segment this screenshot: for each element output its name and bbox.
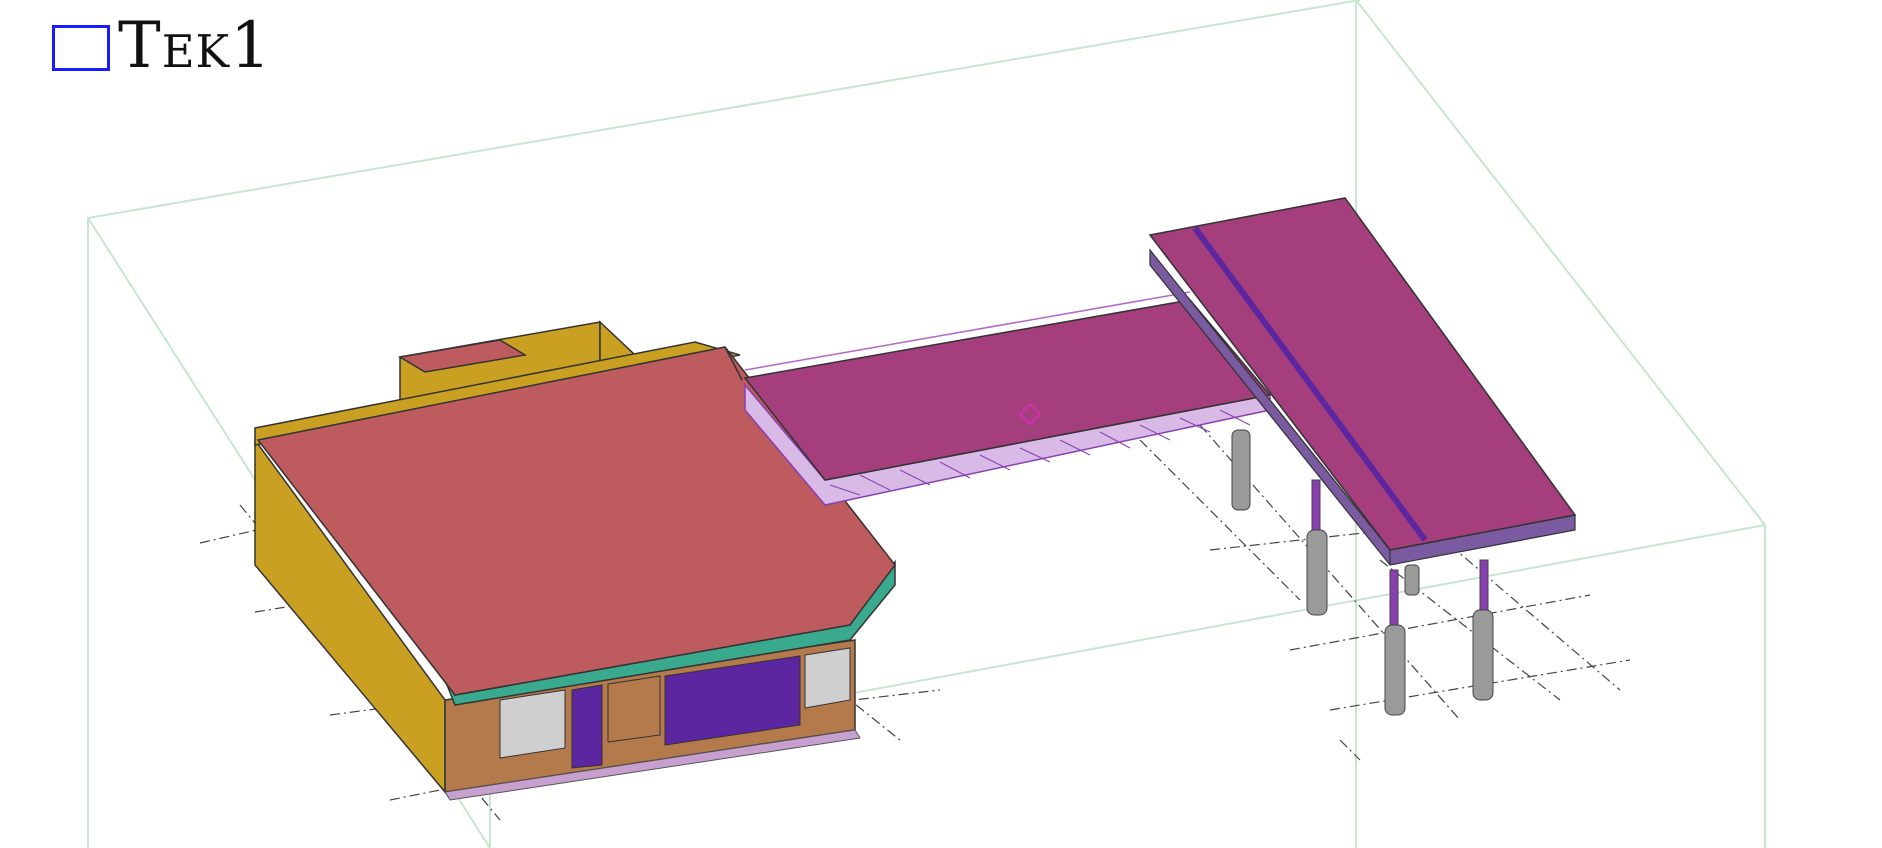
bridge[interactable] xyxy=(743,291,1272,506)
model-canvas[interactable] xyxy=(0,0,1882,848)
window-1 xyxy=(499,689,566,759)
window-2 xyxy=(607,675,661,743)
view-header: Tek1 xyxy=(52,14,272,78)
view-title: Tek1 xyxy=(118,9,272,83)
3d-viewport[interactable] xyxy=(0,0,1882,848)
square-selection-icon[interactable] xyxy=(52,25,110,71)
purple-panel-1 xyxy=(571,684,603,769)
window-3 xyxy=(804,647,851,709)
